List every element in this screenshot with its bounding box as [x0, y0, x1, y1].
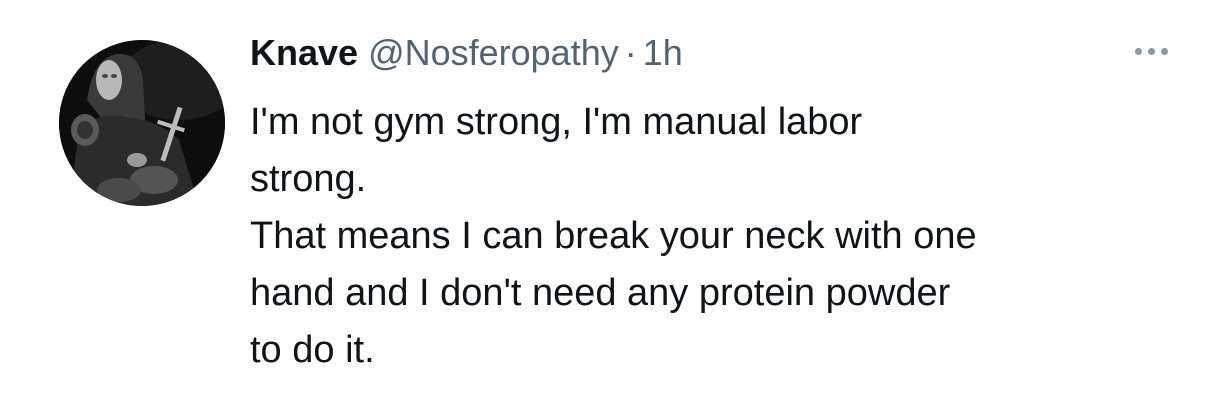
tweet-text-line: hand and I don't need any protein powder — [250, 272, 951, 314]
more-horizontal-icon-dot — [1147, 47, 1155, 55]
display-name[interactable]: Knave — [250, 28, 358, 78]
tweet-text-line: That means I can break your neck with on… — [250, 215, 977, 257]
more-options-button[interactable] — [1126, 36, 1176, 66]
separator-dot: · — [624, 32, 637, 73]
more-horizontal-icon — [1134, 47, 1142, 55]
tweet-text-line: I'm not gym strong, I'm manual labor — [250, 101, 863, 143]
timestamp[interactable]: 1h — [643, 28, 683, 78]
avatar[interactable] — [59, 40, 225, 206]
tweet-text-line: strong. — [250, 158, 367, 200]
more-horizontal-icon-dot — [1160, 47, 1168, 55]
user-handle[interactable]: @Nosferopathy — [368, 28, 619, 78]
tweet-text-line: to do it. — [250, 329, 375, 371]
tweet[interactable]: Knave @Nosferopathy · 1h I'm not gym str… — [0, 0, 1220, 406]
tweet-text: I'm not gym strong, I'm manual labor str… — [250, 94, 1190, 379]
tweet-header: Knave @Nosferopathy · 1h — [250, 28, 683, 78]
